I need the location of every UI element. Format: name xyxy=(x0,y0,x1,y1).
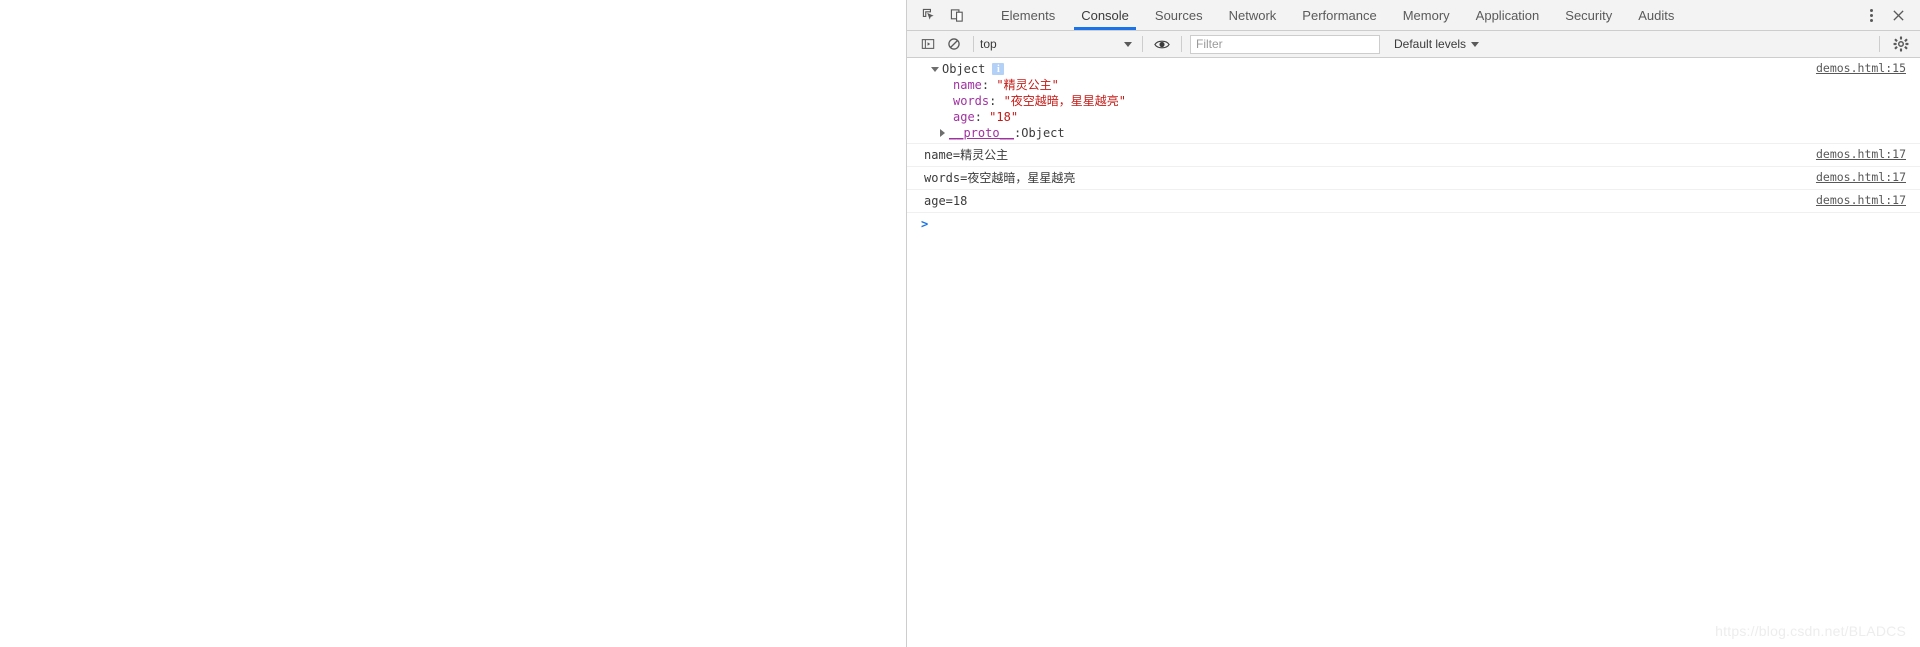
tab-network-label: Network xyxy=(1228,7,1277,23)
console-message-source-link[interactable]: demos.html:17 xyxy=(1816,147,1906,161)
tab-network[interactable]: Network xyxy=(1216,0,1290,30)
object-property-separator: : xyxy=(989,94,1004,108)
object-property-key: words xyxy=(953,94,990,108)
object-proto-value: Object xyxy=(1021,126,1065,140)
gear-icon[interactable] xyxy=(1886,32,1916,56)
console-message-object[interactable]: demos.html:15 Object i name: "精灵公主" word… xyxy=(907,58,1920,144)
console-message-log[interactable]: demos.html:17 age=18 xyxy=(907,190,1920,213)
tab-performance[interactable]: Performance xyxy=(1289,0,1389,30)
object-property-row: name: "精灵公主" xyxy=(907,77,1920,93)
chevron-right-icon[interactable] xyxy=(940,129,945,137)
live-expression-eye-icon[interactable] xyxy=(1149,32,1175,56)
object-header[interactable]: Object i xyxy=(907,61,1920,77)
kebab-menu-icon[interactable] xyxy=(1858,2,1884,28)
prompt-arrow-icon: > xyxy=(921,217,929,231)
log-levels-value: Default levels xyxy=(1394,37,1467,51)
object-label: Object xyxy=(942,62,986,76)
console-message-source-link[interactable]: demos.html:15 xyxy=(1816,61,1906,75)
object-property-row: words: "夜空越暗，星星越亮" xyxy=(907,93,1920,109)
console-message-source-link[interactable]: demos.html:17 xyxy=(1816,170,1906,184)
object-property-value: "精灵公主" xyxy=(996,78,1059,92)
object-proto-row[interactable]: __proto__: Object xyxy=(907,125,1920,141)
object-property-separator: : xyxy=(974,110,990,124)
execution-context-select[interactable]: top xyxy=(980,37,1136,51)
filter-input[interactable]: Filter xyxy=(1190,34,1380,54)
watermark: https://blog.csdn.net/BLADCS xyxy=(1715,623,1906,639)
console-toolbar-divider xyxy=(1181,36,1182,52)
devtools-tabstrip-right xyxy=(1845,0,1920,30)
chevron-down-icon[interactable] xyxy=(931,66,939,72)
tab-memory[interactable]: Memory xyxy=(1390,0,1463,30)
console-message-log[interactable]: demos.html:17 words=夜空越暗，星星越亮 xyxy=(907,167,1920,190)
tab-security[interactable]: Security xyxy=(1552,0,1625,30)
kebab-dot xyxy=(1869,8,1873,12)
tab-performance-label: Performance xyxy=(1302,7,1377,23)
object-property-separator: : xyxy=(981,78,997,92)
object-property-row: age: "18" xyxy=(907,109,1920,125)
devtools-tabstrip: Elements Console Sources Network Perform… xyxy=(907,0,1920,31)
console-toolbar-divider xyxy=(1879,36,1880,52)
tab-elements[interactable]: Elements xyxy=(988,0,1068,30)
web-page-content-area[interactable] xyxy=(0,0,906,647)
console-toolbar-divider xyxy=(973,36,974,52)
filter-placeholder: Filter xyxy=(1196,37,1223,51)
tab-console-label: Console xyxy=(1081,7,1129,23)
tab-sources-label: Sources xyxy=(1154,7,1203,23)
object-property-value: "夜空越暗，星星越亮" xyxy=(1003,94,1127,108)
object-proto-separator: : xyxy=(1014,126,1022,140)
object-property-key: age xyxy=(953,110,975,124)
tab-audits-label: Audits xyxy=(1638,7,1675,23)
object-property-value: "18" xyxy=(989,110,1019,124)
kebab-dot xyxy=(1869,13,1873,17)
device-toolbar-icon[interactable] xyxy=(943,1,971,29)
inspect-cursor-icon[interactable] xyxy=(915,1,943,29)
console-message-source-link[interactable]: demos.html:17 xyxy=(1816,193,1906,207)
tab-application[interactable]: Application xyxy=(1463,0,1553,30)
console-message-text: age=18 xyxy=(924,194,968,208)
tab-sources[interactable]: Sources xyxy=(1142,0,1216,30)
console-toolbar: top Filter Default levels xyxy=(907,31,1920,58)
tab-memory-label: Memory xyxy=(1402,7,1450,23)
console-message-list[interactable]: demos.html:15 Object i name: "精灵公主" word… xyxy=(907,58,1920,647)
devtools-tabs: Elements Console Sources Network Perform… xyxy=(988,0,1845,30)
tab-application-label: Application xyxy=(1475,7,1540,23)
console-message-text: name=精灵公主 xyxy=(924,148,1009,162)
tab-console[interactable]: Console xyxy=(1068,0,1142,30)
devtools-tool-buttons xyxy=(907,0,988,30)
object-proto-key: __proto__ xyxy=(949,126,1015,140)
console-sidebar-icon[interactable] xyxy=(915,32,941,56)
chevron-down-icon xyxy=(1124,41,1132,47)
clear-console-icon[interactable] xyxy=(941,32,967,56)
close-icon[interactable] xyxy=(1884,2,1912,28)
object-property-key: name xyxy=(953,78,982,92)
devtools-panel: Elements Console Sources Network Perform… xyxy=(906,0,1920,647)
tab-elements-label: Elements xyxy=(1001,7,1056,23)
tab-security-label: Security xyxy=(1565,7,1613,23)
console-message-log[interactable]: demos.html:17 name=精灵公主 xyxy=(907,144,1920,167)
log-levels-select[interactable]: Default levels xyxy=(1394,37,1480,51)
info-icon[interactable]: i xyxy=(992,63,1005,75)
console-prompt[interactable]: > xyxy=(907,213,1920,235)
execution-context-value: top xyxy=(980,37,997,51)
console-message-text: words=夜空越暗，星星越亮 xyxy=(924,171,1076,185)
tab-audits[interactable]: Audits xyxy=(1625,0,1687,30)
kebab-dot xyxy=(1869,18,1873,22)
chevron-down-icon xyxy=(1471,41,1480,47)
console-toolbar-divider xyxy=(1142,36,1143,52)
